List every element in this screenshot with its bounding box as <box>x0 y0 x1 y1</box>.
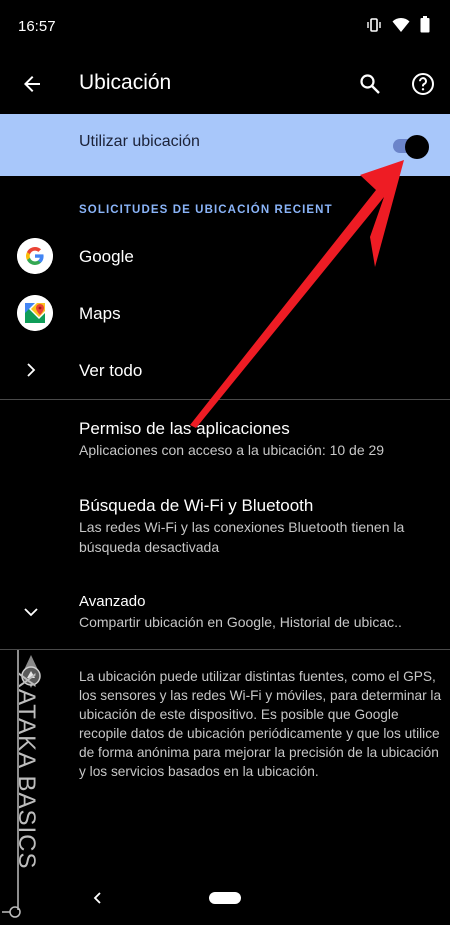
status-time: 16:57 <box>18 18 56 35</box>
app-permissions-title: Permiso de las aplicaciones <box>79 419 290 438</box>
back-arrow-icon[interactable] <box>20 72 44 96</box>
recent-requests-header: SOLICITUDES DE UBICACIÓN RECIENT <box>79 204 333 216</box>
chevron-down-icon <box>24 608 38 617</box>
advanced-title: Avanzado <box>79 593 146 610</box>
nav-back-icon[interactable] <box>90 890 106 906</box>
battery-icon <box>420 16 430 33</box>
advanced-item[interactable]: Avanzado Compartir ubicación en Google, … <box>0 580 450 646</box>
wifi-icon <box>392 17 410 32</box>
google-logo-icon <box>17 238 53 274</box>
use-location-switch-thumb[interactable] <box>405 135 429 159</box>
recent-app-google[interactable]: Google <box>79 247 134 267</box>
advanced-subtitle: Compartir ubicación en Google, Historial… <box>79 614 402 630</box>
use-location-toggle-row[interactable]: Utilizar ubicación <box>0 114 450 176</box>
app-permissions-subtitle: Aplicaciones con acceso a la ubicación: … <box>79 442 385 458</box>
divider <box>0 649 450 650</box>
wifi-bluetooth-scan-title: Búsqueda de Wi-Fi y Bluetooth <box>79 496 314 515</box>
wifi-bluetooth-scan-subtitle-1: Las redes Wi-Fi y las conexiones Bluetoo… <box>79 519 405 535</box>
use-location-label: Utilizar ubicación <box>79 133 200 150</box>
chevron-right-icon <box>27 363 36 377</box>
recent-app-maps[interactable]: Maps <box>79 304 121 324</box>
page-title: Ubicación <box>79 71 172 94</box>
status-icons <box>366 16 430 33</box>
maps-logo-icon <box>17 295 53 331</box>
app-permissions-item[interactable]: Permiso de las aplicaciones Aplicaciones… <box>0 400 450 470</box>
vibrate-icon <box>367 17 381 32</box>
wifi-bluetooth-scan-item[interactable]: Búsqueda de Wi-Fi y Bluetooth Las redes … <box>0 480 450 570</box>
see-all-link[interactable]: Ver todo <box>79 361 142 381</box>
xataka-basics-watermark: XATAKA BASICS <box>2 650 60 920</box>
help-icon[interactable] <box>411 72 435 96</box>
wifi-bluetooth-scan-subtitle-2: búsqueda desactivada <box>79 539 220 555</box>
search-icon[interactable] <box>358 72 382 96</box>
watermark-text: XATAKA BASICS <box>13 672 40 870</box>
nav-home-pill[interactable] <box>209 892 241 904</box>
location-info-text: La ubicación puede utilizar distintas fu… <box>79 669 442 779</box>
